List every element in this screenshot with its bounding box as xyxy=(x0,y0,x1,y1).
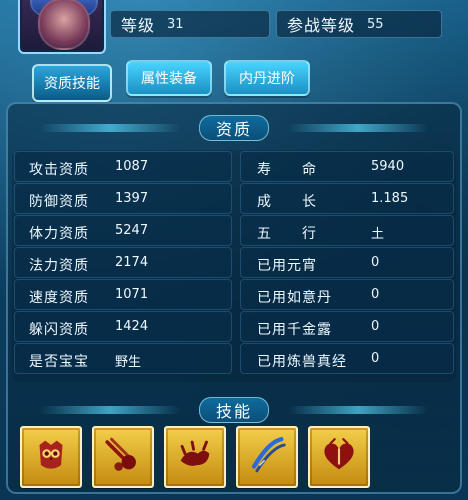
beast-icon xyxy=(172,432,218,482)
qualification-value: 1071 xyxy=(115,287,149,302)
qualification-label: 攻击资质 xyxy=(29,162,89,178)
header-ornament-right xyxy=(288,124,428,132)
header-ornament-right xyxy=(288,406,428,414)
qualification-label: 法力资质 xyxy=(29,258,89,274)
skill-slot[interactable] xyxy=(308,426,370,488)
tab-label: 资质技能 xyxy=(44,76,100,92)
qualifications-left-column: 攻击资质 1087 防御资质 1397 体力资质 5247 法力资质 2174 … xyxy=(14,150,232,374)
qualification-label: 躲闪资质 xyxy=(29,322,89,338)
battle-level-value: 55 xyxy=(367,16,384,32)
tab-attributes-equipment[interactable]: 属性装备 xyxy=(126,60,212,96)
qualification-label: 已用炼兽真经 xyxy=(257,354,347,370)
qualification-row: 已用元宵 0 xyxy=(240,247,454,278)
skill-slot[interactable] xyxy=(236,426,298,488)
skills-title-pill: 技能 xyxy=(198,397,269,423)
qualification-row: 已用如意丹 0 xyxy=(240,279,454,310)
qualification-row: 是否宝宝 野生 xyxy=(14,343,232,374)
qualification-row: 法力资质 2174 xyxy=(14,247,232,278)
qualification-value: 1424 xyxy=(115,319,149,334)
qualification-value: 2174 xyxy=(115,255,149,270)
skills-row xyxy=(20,426,450,492)
skill-slot[interactable] xyxy=(20,426,82,488)
qualification-label: 寿 命 xyxy=(257,162,317,178)
header-ornament-left xyxy=(40,406,180,414)
qualification-value: 5247 xyxy=(115,223,149,238)
tab-label: 内丹进阶 xyxy=(239,71,295,87)
qualification-label: 体力资质 xyxy=(29,226,89,242)
qualification-row: 寿 命 5940 xyxy=(240,151,454,182)
qualification-label: 是否宝宝 xyxy=(29,354,89,370)
qualification-label: 已用千金露 xyxy=(257,322,332,338)
qualification-row: 防御资质 1397 xyxy=(14,183,232,214)
tab-inner-dan[interactable]: 内丹进阶 xyxy=(224,60,310,96)
qualification-row: 成 长 1.185 xyxy=(240,183,454,214)
qualification-row: 五 行 土 xyxy=(240,215,454,246)
owl-icon xyxy=(28,432,74,482)
battle-level-pill: 参战等级 55 xyxy=(276,10,442,38)
qualification-row: 体力资质 5247 xyxy=(14,215,232,246)
qualifications-right-column: 寿 命 5940 成 长 1.185 五 行 土 已用元宵 0 已用如意丹 0 … xyxy=(240,150,454,374)
qualification-row: 已用炼兽真经 0 xyxy=(240,343,454,374)
qualification-row: 躲闪资质 1424 xyxy=(14,311,232,342)
level-label: 等级 xyxy=(121,16,156,35)
qualification-label: 已用元宵 xyxy=(257,258,317,274)
tab-qualifications-skills[interactable]: 资质技能 xyxy=(32,64,112,102)
qualification-row: 攻击资质 1087 xyxy=(14,151,232,182)
qualification-value: 1397 xyxy=(115,191,149,206)
qualification-label: 五 行 xyxy=(257,226,317,242)
avatar-face xyxy=(38,0,90,50)
skill-slot[interactable] xyxy=(92,426,154,488)
qualification-value: 野生 xyxy=(115,355,142,370)
tab-label: 属性装备 xyxy=(141,71,197,87)
qualification-value: 0 xyxy=(371,351,380,366)
level-value: 31 xyxy=(167,16,184,32)
qualifications-header: 资质 xyxy=(40,115,428,141)
heart-icon xyxy=(316,432,362,482)
qualifications-title: 资质 xyxy=(215,120,252,139)
qualification-label: 已用如意丹 xyxy=(257,290,332,306)
level-pill: 等级 31 xyxy=(110,10,270,38)
battle-level-label: 参战等级 xyxy=(287,16,356,35)
qualification-value: 0 xyxy=(371,287,380,302)
meteor-icon xyxy=(100,432,146,482)
qualification-row: 已用千金露 0 xyxy=(240,311,454,342)
skill-slot[interactable] xyxy=(164,426,226,488)
qualification-value: 土 xyxy=(371,227,385,242)
qualification-label: 防御资质 xyxy=(29,194,89,210)
qualification-label: 速度资质 xyxy=(29,290,89,306)
qualification-value: 1087 xyxy=(115,159,149,174)
qualification-value: 5940 xyxy=(371,159,405,174)
qualification-value: 0 xyxy=(371,255,380,270)
qualifications-title-pill: 资质 xyxy=(198,115,269,141)
skills-header: 技能 xyxy=(40,397,428,423)
qualification-row: 速度资质 1071 xyxy=(14,279,232,310)
skills-title: 技能 xyxy=(215,402,252,421)
qualification-value: 1.185 xyxy=(371,191,409,206)
qualification-label: 成 长 xyxy=(257,194,317,210)
qualifications-table: 攻击资质 1087 防御资质 1397 体力资质 5247 法力资质 2174 … xyxy=(12,150,456,382)
header-ornament-left xyxy=(40,124,180,132)
pet-avatar[interactable] xyxy=(18,0,106,54)
slash-icon xyxy=(244,432,290,482)
qualification-value: 0 xyxy=(371,319,380,334)
